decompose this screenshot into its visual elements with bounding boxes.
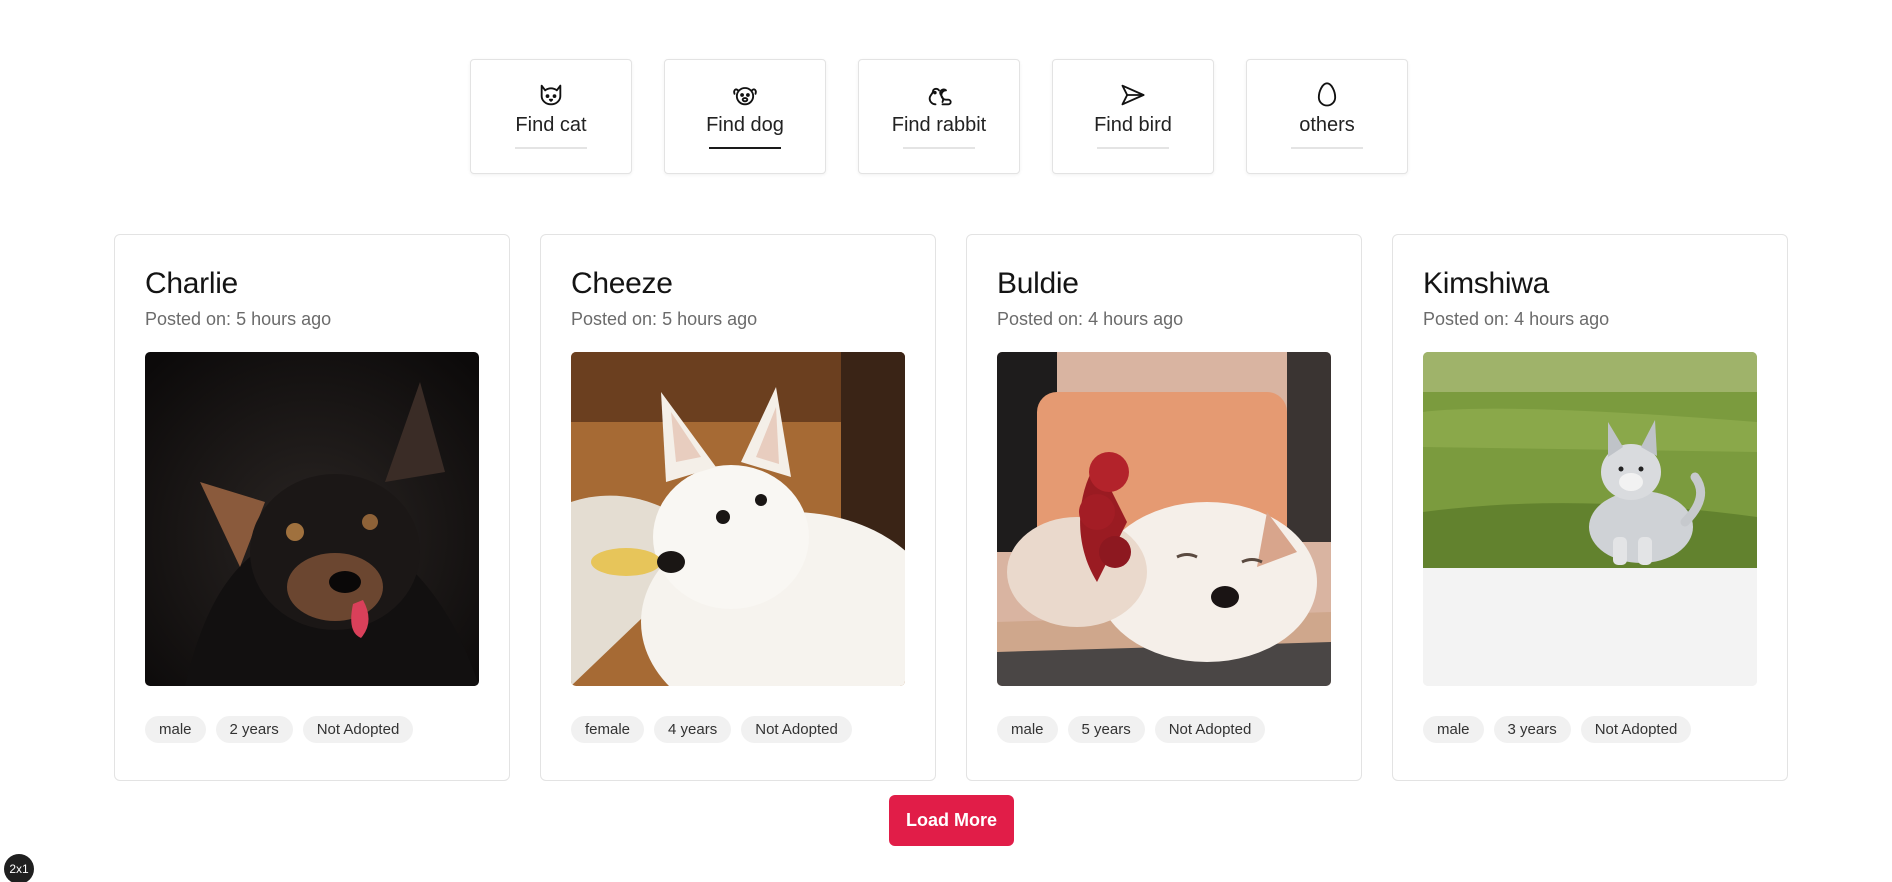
pet-card[interactable]: Charlie Posted on: 5 hours ago male 2 ye… bbox=[114, 234, 510, 781]
filter-others[interactable]: others bbox=[1246, 59, 1408, 174]
pet-tags: male 3 years Not Adopted bbox=[1423, 716, 1757, 743]
pet-card[interactable]: Cheeze Posted on: 5 hours ago female 4 y… bbox=[540, 234, 936, 781]
pet-photo[interactable] bbox=[1423, 352, 1757, 686]
gender-tag: male bbox=[1423, 716, 1484, 743]
pet-card-list: Charlie Posted on: 5 hours ago male 2 ye… bbox=[114, 234, 1788, 781]
pet-tags: male 5 years Not Adopted bbox=[997, 716, 1331, 743]
pet-name: Charlie bbox=[145, 267, 238, 300]
filter-underline-active bbox=[709, 147, 781, 149]
status-tag: Not Adopted bbox=[1580, 716, 1692, 743]
pet-card[interactable]: Kimshiwa Posted on: 4 hours ago male 3 y… bbox=[1392, 234, 1788, 781]
pet-photo[interactable] bbox=[145, 352, 479, 686]
filter-underline bbox=[515, 147, 587, 149]
pet-card[interactable]: Buldie Posted on: 4 hours ago male 5 yea… bbox=[966, 234, 1362, 781]
filter-bird[interactable]: Find bird bbox=[1052, 59, 1214, 174]
age-tag: 4 years bbox=[654, 716, 732, 743]
filter-others-label: others bbox=[1299, 114, 1355, 136]
pet-photo[interactable] bbox=[997, 352, 1331, 686]
gender-tag: male bbox=[997, 716, 1058, 743]
pet-tags: male 2 years Not Adopted bbox=[145, 716, 479, 743]
egg-icon bbox=[1312, 80, 1342, 110]
filter-rabbit[interactable]: Find rabbit bbox=[858, 59, 1020, 174]
age-tag: 2 years bbox=[215, 716, 293, 743]
filter-underline bbox=[903, 147, 975, 149]
posted-time: Posted on: 5 hours ago bbox=[571, 309, 758, 329]
filter-rabbit-label: Find rabbit bbox=[891, 114, 987, 136]
status-tag: Not Adopted bbox=[1154, 716, 1266, 743]
filter-dog-label: Find dog bbox=[706, 114, 784, 136]
posted-time: Posted on: 4 hours ago bbox=[997, 309, 1184, 329]
category-filters: Find cat Find dog Find rabbit Find bird … bbox=[470, 59, 1408, 174]
status-tag: Not Adopted bbox=[302, 716, 414, 743]
posted-time: Posted on: 5 hours ago bbox=[145, 309, 332, 329]
filter-dog[interactable]: Find dog bbox=[664, 59, 826, 174]
filter-underline bbox=[1291, 147, 1363, 149]
gender-tag: male bbox=[145, 716, 206, 743]
squirrel-icon bbox=[924, 80, 954, 110]
age-tag: 5 years bbox=[1067, 716, 1145, 743]
filter-bird-label: Find bird bbox=[1094, 114, 1172, 136]
send-icon bbox=[1118, 80, 1148, 110]
filter-cat[interactable]: Find cat bbox=[470, 59, 632, 174]
pet-name: Buldie bbox=[997, 267, 1079, 300]
posted-time: Posted on: 4 hours ago bbox=[1423, 309, 1610, 329]
filter-cat-label: Find cat bbox=[515, 114, 587, 136]
status-tag: Not Adopted bbox=[741, 716, 852, 743]
pet-tags: female 4 years Not Adopted bbox=[571, 716, 905, 743]
load-more-button[interactable]: Load More bbox=[889, 795, 1014, 846]
age-tag: 3 years bbox=[1493, 716, 1571, 743]
pet-photo[interactable] bbox=[571, 352, 905, 686]
gender-tag: female bbox=[571, 716, 645, 743]
zoom-badge: 2x1 bbox=[4, 854, 34, 882]
cat-icon bbox=[536, 80, 566, 110]
pet-name: Kimshiwa bbox=[1423, 267, 1549, 300]
filter-underline bbox=[1097, 147, 1169, 149]
dog-icon bbox=[730, 80, 760, 110]
pet-name: Cheeze bbox=[571, 267, 673, 300]
